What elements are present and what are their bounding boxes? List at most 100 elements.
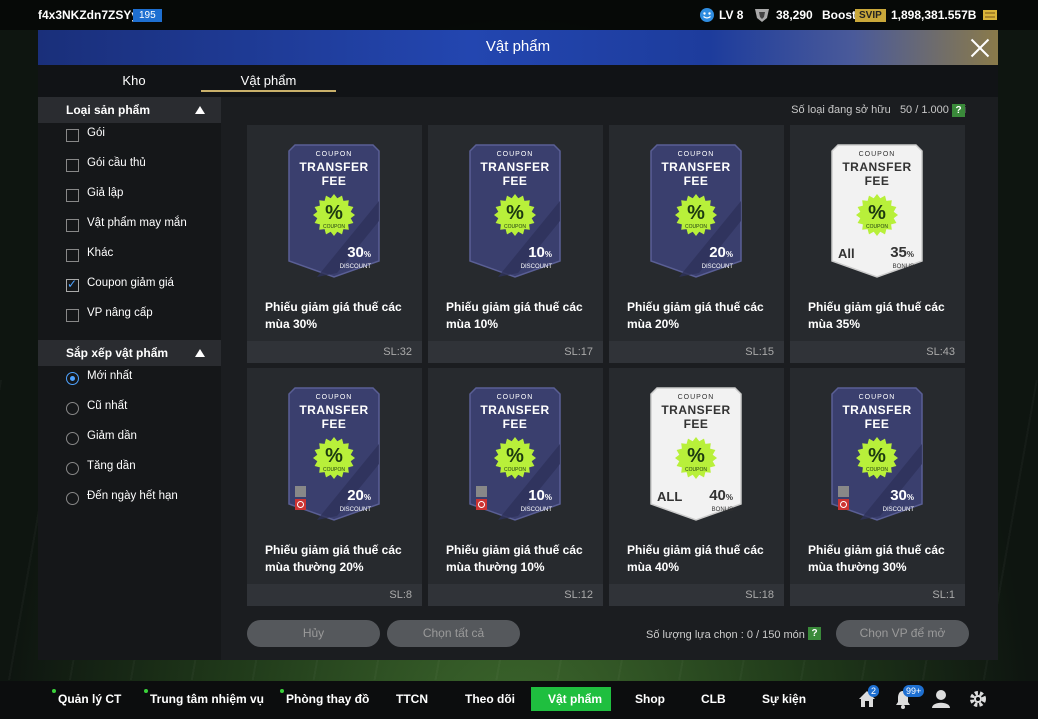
item-quantity: SL:12 [564, 589, 593, 601]
filter-sidebar: Loại sản phẩm Gói Gói cầu thủ Giả lập Vậ… [38, 97, 221, 660]
coupon-top-label: COUPON [858, 394, 896, 401]
help-icon[interactable]: ? [808, 627, 821, 640]
coupon-card[interactable]: COUPON TRANSFER FEE % COUPON 30% DISCOUN… [790, 368, 965, 606]
radio-button[interactable] [66, 432, 79, 445]
coupon-percent: 30% [890, 487, 914, 504]
help-icon[interactable]: ? [952, 104, 965, 117]
item-quantity: SL:18 [745, 589, 774, 601]
open-items-button[interactable]: Chọn VP để mở [836, 620, 969, 647]
radio-button[interactable] [66, 402, 79, 415]
coupon-percent: 40% [709, 487, 733, 504]
radio-button[interactable] [66, 372, 79, 385]
item-quantity: SL:15 [745, 346, 774, 358]
shield-icon [755, 9, 769, 22]
nav-quan-ly-ct[interactable]: Quản lý CT [58, 692, 121, 706]
checkbox[interactable] [66, 219, 79, 232]
coupon-card[interactable]: COUPON TRANSFER FEE % COUPON 20% DISCOUN… [247, 368, 422, 606]
coupon-percent-value: 10 [528, 487, 545, 504]
coupon-card[interactable]: COUPON TRANSFER FEE % COUPON 30% DISCOUN… [247, 125, 422, 363]
coupon-sub-label: DISCOUNT [882, 507, 914, 513]
coupon-artwork: COUPON TRANSFER FEE % COUPON 10% DISCOUN… [468, 141, 562, 279]
cancel-button[interactable]: Hủy [247, 620, 380, 647]
notification-dot [52, 689, 56, 693]
item-name: Phiếu giảm giá thuế các mùa 40% [627, 543, 764, 574]
coupon-title: TRANSFER FEE [842, 403, 912, 431]
filter-option-label: Khác [87, 247, 114, 259]
radio-button[interactable] [66, 492, 79, 505]
coupon-title: TRANSFER FEE [842, 160, 912, 188]
nav-trung-tam-nhiem-vu[interactable]: Trung tâm nhiệm vụ [150, 692, 264, 706]
coupon-sub-label: DISCOUNT [701, 264, 733, 270]
window-header: Vật phẩm [38, 30, 998, 65]
checkbox[interactable] [66, 129, 79, 142]
nav-ttcn[interactable]: TTCN [396, 692, 428, 706]
notification-dot [144, 689, 148, 693]
coupon-title: TRANSFER FEE [480, 160, 550, 188]
nav-vat-pham[interactable]: Vật phẩm [548, 692, 602, 706]
coupon-sub-label: DISCOUNT [339, 507, 371, 513]
owned-label: Số loại đang sở hữu [791, 104, 891, 116]
filter-option-label: Giả lập [87, 187, 124, 199]
coupon-percent-value: 20 [709, 244, 726, 261]
radio-button[interactable] [66, 462, 79, 475]
coin-stack-icon [983, 10, 997, 20]
coupon-artwork: COUPON TRANSFER FEE % COUPON ALL 40% BON… [649, 384, 743, 522]
checkbox[interactable] [66, 277, 79, 292]
nav-clb[interactable]: CLB [701, 692, 726, 706]
coupon-top-label: COUPON [677, 394, 715, 401]
filter-option-label: Coupon giảm giá [87, 277, 174, 289]
profile-icon[interactable] [931, 689, 951, 709]
percent-badge-icon: % COUPON [675, 194, 717, 236]
close-icon[interactable] [968, 36, 992, 60]
coupon-card[interactable]: COUPON TRANSFER FEE % COUPON 10% DISCOUN… [428, 368, 603, 606]
nav-phong-thay-do[interactable]: Phòng thay đồ [286, 692, 369, 706]
sort-section-header[interactable]: Sắp xếp vật phẩm [38, 340, 221, 366]
home-badge: 2 [868, 685, 880, 697]
gear-icon[interactable] [968, 689, 988, 709]
checkbox[interactable] [66, 249, 79, 262]
coupon-sub-label: BONUS [711, 507, 733, 513]
collapse-arrow-icon[interactable] [195, 106, 205, 114]
coupon-percent-value: 20 [347, 487, 364, 504]
checkbox[interactable] [66, 189, 79, 202]
filter-option-label: Vật phẩm may mắn [87, 217, 187, 229]
tab-kho[interactable]: Kho [98, 73, 170, 88]
percent-badge-icon: % COUPON [494, 437, 536, 479]
coupon-title: TRANSFER FEE [299, 403, 369, 431]
filter-section-title: Loại sản phẩm [66, 103, 151, 117]
checkbox[interactable] [66, 159, 79, 172]
sort-option-label: Mới nhất [87, 370, 133, 382]
collapse-arrow-icon[interactable] [195, 349, 205, 357]
coupon-card[interactable]: COUPON TRANSFER FEE % COUPON ALL 40% BON… [609, 368, 784, 606]
tab-bar: Kho Vật phẩm [38, 65, 998, 97]
balance: 1,898,381.557B [891, 8, 977, 22]
coupon-card[interactable]: COUPON TRANSFER FEE % COUPON 20% DISCOUN… [609, 125, 784, 363]
select-all-button[interactable]: Chọn tất cả [387, 620, 520, 647]
filter-section-header[interactable]: Loại sản phẩm [38, 97, 221, 123]
coupon-card[interactable]: COUPON TRANSFER FEE % COUPON All 35% BON… [790, 125, 965, 363]
item-name: Phiếu giảm giá thuế các mùa thường 30% [808, 543, 945, 574]
sort-option-label: Cũ nhất [87, 400, 128, 412]
svip-badge: SVIP [855, 9, 886, 22]
nav-theo-doi[interactable]: Theo dõi [465, 692, 515, 706]
coupon-top-label: COUPON [677, 151, 715, 158]
restriction-icon [295, 486, 306, 510]
coupon-artwork: COUPON TRANSFER FEE % COUPON 30% DISCOUN… [830, 384, 924, 522]
coupon-title: TRANSFER FEE [299, 160, 369, 188]
sort-option-label: Tăng dần [87, 460, 136, 472]
tab-vat-pham[interactable]: Vật phẩm [201, 73, 336, 88]
coupon-top-label: COUPON [315, 151, 353, 158]
filter-option-label: Gói [87, 127, 105, 139]
svg-text:COUPON: COUPON [323, 467, 345, 473]
coupon-card[interactable]: COUPON TRANSFER FEE % COUPON 10% DISCOUN… [428, 125, 603, 363]
nav-su-kien[interactable]: Sự kiện [762, 692, 806, 706]
svg-text:%: % [325, 445, 343, 467]
coupon-artwork: COUPON TRANSFER FEE % COUPON All 35% BON… [830, 141, 924, 279]
level: LV 8 [719, 8, 744, 22]
item-name: Phiếu giảm giá thuế các mùa thường 10% [446, 543, 583, 574]
percent-badge-icon: % COUPON [856, 194, 898, 236]
notification-badge: 99+ [903, 685, 925, 697]
checkbox[interactable] [66, 309, 79, 322]
notification-dot [280, 689, 284, 693]
nav-shop[interactable]: Shop [635, 692, 665, 706]
